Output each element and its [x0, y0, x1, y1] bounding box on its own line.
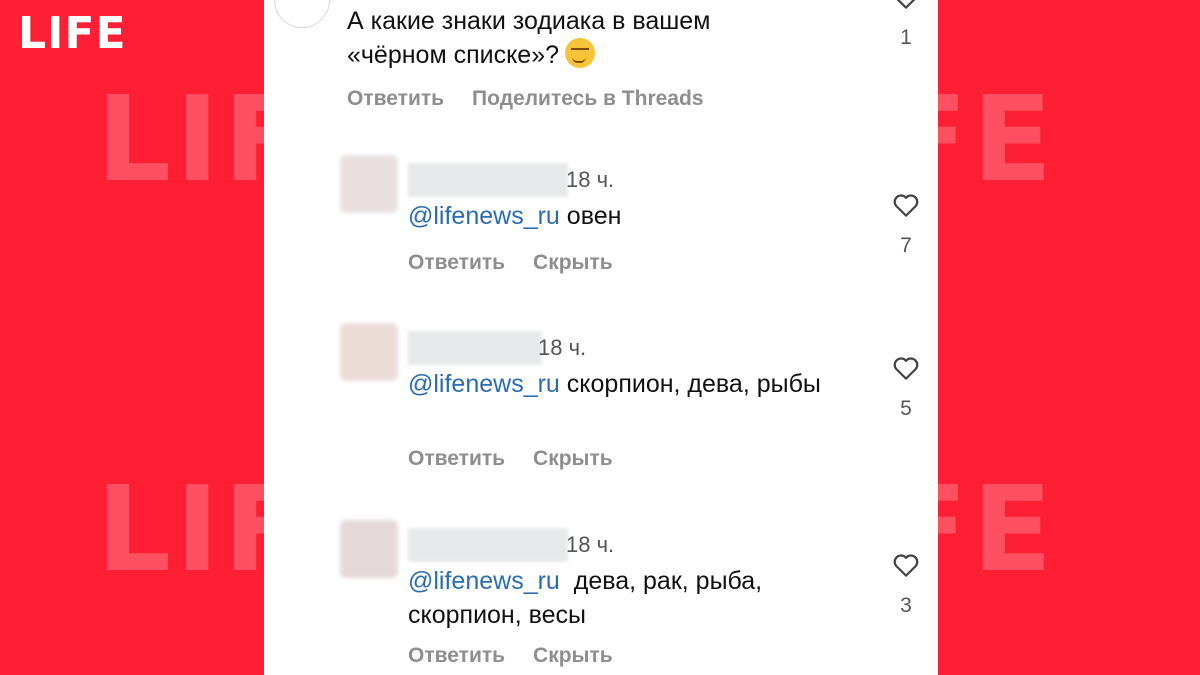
like-count: 3 [900, 594, 912, 617]
comment-like[interactable]: 3 [886, 550, 926, 618]
post-like-count: 1 [900, 26, 912, 49]
smirk-emoji-icon [565, 38, 596, 68]
post-caption-line2: «чёрном списке»? [347, 41, 560, 69]
share-threads-button[interactable]: Поделитесь в Threads [472, 87, 703, 111]
life-logo: LIFE [18, 8, 127, 59]
post-caption: А какие знаки зодиака в вашем «чёрном сп… [347, 4, 807, 72]
post-author-avatar[interactable] [274, 0, 330, 28]
post-actions: Ответить Поделитесь в Threads [347, 87, 732, 111]
avatar[interactable] [340, 323, 398, 381]
reply-button[interactable]: Ответить [408, 251, 505, 275]
username-blurred[interactable] [408, 163, 568, 197]
comment-text: @lifenews_ru скорпион, дева, рыбы [408, 367, 828, 401]
post-caption-line1: А какие знаки зодиака в вашем [347, 7, 711, 35]
comment-like[interactable]: 7 [886, 190, 926, 258]
reply-button[interactable]: Ответить [347, 87, 444, 111]
comment-item: 18 ч. @lifenews_ru овен Ответить Скрыть [340, 155, 900, 325]
like-count: 7 [900, 234, 912, 257]
comment-item: 18 ч. @lifenews_ru скорпион, дева, рыбы … [340, 323, 900, 493]
comment-like[interactable]: 5 [886, 353, 926, 421]
comment-text: @lifenews_ru дева, рак, рыба, скорпион, … [408, 564, 828, 632]
reply-button[interactable]: Ответить [408, 644, 505, 668]
comment-body: овен [559, 202, 622, 230]
hide-button[interactable]: Скрыть [533, 251, 613, 275]
heart-icon[interactable] [891, 190, 921, 220]
comment-body: скорпион, дева, рыбы [559, 370, 821, 398]
username-blurred[interactable] [408, 528, 568, 562]
comment-actions: Ответить Скрыть [408, 251, 641, 275]
comments-panel: А какие знаки зодиака в вашем «чёрном сп… [264, 0, 938, 675]
avatar[interactable] [340, 155, 398, 213]
comment-actions: Ответить Скрыть [408, 644, 641, 668]
hide-button[interactable]: Скрыть [533, 644, 613, 668]
mention-link[interactable]: @lifenews_ru [408, 567, 560, 595]
comment-timestamp: 18 ч. [566, 167, 615, 192]
like-count: 5 [900, 397, 912, 420]
avatar[interactable] [340, 520, 398, 578]
hide-button[interactable]: Скрыть [533, 447, 613, 471]
reply-button[interactable]: Ответить [408, 447, 505, 471]
mention-link[interactable]: @lifenews_ru [408, 370, 560, 398]
comment-timestamp: 18 ч. [538, 335, 587, 360]
heart-icon[interactable] [891, 0, 921, 12]
post-like[interactable]: 1 [886, 0, 926, 50]
username-blurred[interactable] [408, 331, 542, 365]
comment-item: 18 ч. @lifenews_ru дева, рак, рыба, скор… [340, 520, 900, 675]
mention-link[interactable]: @lifenews_ru [408, 202, 560, 230]
comment-timestamp: 18 ч. [566, 532, 615, 557]
comment-text: @lifenews_ru овен [408, 199, 828, 233]
heart-icon[interactable] [891, 353, 921, 383]
heart-icon[interactable] [891, 550, 921, 580]
comment-actions: Ответить Скрыть [408, 447, 641, 471]
